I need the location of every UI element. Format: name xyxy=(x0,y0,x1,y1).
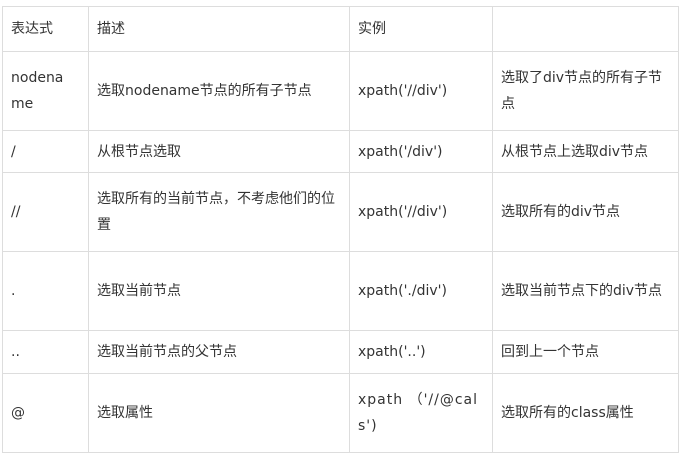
result-cell: 回到上一个节点 xyxy=(492,330,679,374)
example-cell: xpath('//div') xyxy=(349,51,493,131)
result-cell: 从根节点上选取div节点 xyxy=(492,130,679,173)
example-cell: xpath('..') xyxy=(349,330,493,374)
table-row: @ 选取属性 xpath （'//@cals') 选取所有的class属性 xyxy=(2,373,679,453)
expression-cell: / xyxy=(2,130,89,173)
xpath-syntax-table: 表达式 描述 实例 nodename 选取nodename节点的所有子节点 xp… xyxy=(2,6,679,453)
xpath-syntax-table-container: 表达式 描述 实例 nodename 选取nodename节点的所有子节点 xp… xyxy=(0,0,681,464)
example-cell: xpath （'//@cals') xyxy=(349,373,493,453)
header-description: 描述 xyxy=(88,6,350,52)
expression-cell: nodename xyxy=(2,51,89,131)
table-row: .. 选取当前节点的父节点 xpath('..') 回到上一个节点 xyxy=(2,330,679,374)
result-cell: 选取所有的class属性 xyxy=(492,373,679,453)
header-expression: 表达式 xyxy=(2,6,89,52)
example-cell: xpath('/div') xyxy=(349,130,493,173)
result-cell: 选取当前节点下的div节点 xyxy=(492,251,679,331)
example-cell: xpath('//div') xyxy=(349,172,493,252)
result-cell: 选取了div节点的所有子节点 xyxy=(492,51,679,131)
expression-cell: . xyxy=(2,251,89,331)
table-row: nodename 选取nodename节点的所有子节点 xpath('//div… xyxy=(2,51,679,131)
expression-cell: @ xyxy=(2,373,89,453)
description-cell: 选取当前节点 xyxy=(88,251,350,331)
header-result xyxy=(492,6,679,52)
header-example: 实例 xyxy=(349,6,493,52)
description-cell: 选取当前节点的父节点 xyxy=(88,330,350,374)
description-cell: 从根节点选取 xyxy=(88,130,350,173)
result-cell: 选取所有的div节点 xyxy=(492,172,679,252)
description-cell: 选取所有的当前节点，不考虑他们的位置 xyxy=(88,172,350,252)
description-cell: 选取nodename节点的所有子节点 xyxy=(88,51,350,131)
table-row: / 从根节点选取 xpath('/div') 从根节点上选取div节点 xyxy=(2,130,679,173)
expression-cell: .. xyxy=(2,330,89,374)
example-cell: xpath('./div') xyxy=(349,251,493,331)
table-row: // 选取所有的当前节点，不考虑他们的位置 xpath('//div') 选取所… xyxy=(2,172,679,252)
table-header-row: 表达式 描述 实例 xyxy=(2,6,679,52)
table-row: . 选取当前节点 xpath('./div') 选取当前节点下的div节点 xyxy=(2,251,679,331)
description-cell: 选取属性 xyxy=(88,373,350,453)
expression-cell: // xyxy=(2,172,89,252)
